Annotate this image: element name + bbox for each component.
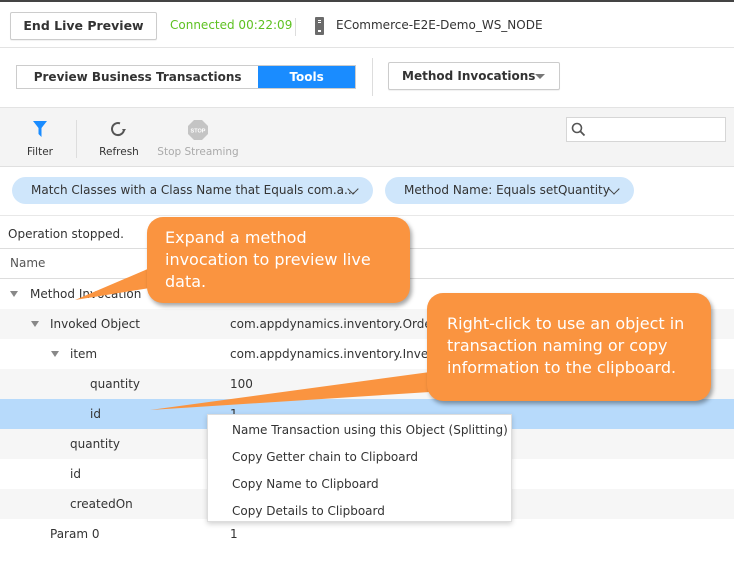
row-name: quantity <box>90 377 141 391</box>
filters-divider <box>0 215 734 216</box>
expand-triangle-icon[interactable] <box>31 321 39 327</box>
search-input[interactable] <box>591 120 721 139</box>
expand-triangle-icon[interactable] <box>51 351 59 357</box>
refresh-button[interactable]: Refresh <box>96 108 142 166</box>
row-name: quantity <box>70 437 121 451</box>
svg-text:STOP: STOP <box>191 129 206 135</box>
menu-item-copy-getter-chain[interactable]: Copy Getter chain to Clipboard <box>208 444 511 471</box>
menu-item-copy-name[interactable]: Copy Name to Clipboard <box>208 471 511 498</box>
tabs-divider <box>372 58 373 96</box>
class-filter-pill[interactable]: Match Classes with a Class Name that Equ… <box>12 177 373 204</box>
row-name: Param 0 <box>50 527 100 541</box>
tool-selector-dropdown[interactable]: Method Invocations <box>388 62 560 90</box>
tool-selector-value: Method Invocations <box>402 69 536 83</box>
refresh-label: Refresh <box>99 146 139 158</box>
search-field[interactable] <box>566 117 726 142</box>
node-name: ECommerce-E2E-Demo_WS_NODE <box>336 18 543 32</box>
context-menu: Name Transaction using this Object (Spli… <box>207 414 512 522</box>
end-live-preview-button[interactable]: End Live Preview <box>10 12 157 40</box>
expand-triangle-icon[interactable] <box>10 291 18 297</box>
callout-expand-tip: Expand a method invocation to preview li… <box>147 217 410 303</box>
menu-item-name-transaction[interactable]: Name Transaction using this Object (Spli… <box>208 417 511 444</box>
row-name: Invoked Object <box>50 317 141 331</box>
chevron-down-icon <box>608 183 620 195</box>
tab-preview-business-transactions[interactable]: Preview Business Transactions <box>17 66 259 88</box>
caret-down-icon <box>535 74 545 79</box>
class-filter-label: Match Classes with a Class Name that Equ… <box>31 183 356 197</box>
row-value: com.appdynamics.inventory.Order( <box>230 317 442 331</box>
header-divider <box>295 18 296 36</box>
refresh-icon <box>111 122 126 137</box>
row-value: 100 <box>230 377 253 391</box>
row-name: item <box>70 347 98 361</box>
filter-label: Filter <box>26 146 53 158</box>
header-bar: End Live Preview Connected 00:22:09 ECom… <box>0 2 734 48</box>
filter-button[interactable]: Filter <box>22 108 58 166</box>
menu-item-copy-details[interactable]: Copy Details to Clipboard <box>208 498 511 525</box>
row-value: com.appdynamics.inventory.Invent <box>230 347 441 361</box>
stop-streaming-button[interactable]: STOP Stop Streaming <box>156 108 240 166</box>
toolbar: Filter Refresh STOP Stop Streaming <box>0 107 734 167</box>
stop-streaming-label: Stop Streaming <box>157 146 239 158</box>
filter-icon <box>33 121 47 137</box>
server-icon <box>315 17 324 35</box>
search-icon <box>571 122 586 137</box>
stop-sign-icon: STOP <box>188 120 208 140</box>
row-name: createdOn <box>70 497 133 511</box>
method-filter-label: Method Name: Equals setQuantity <box>404 183 610 197</box>
row-name: Method Invocation <box>30 287 142 301</box>
row-name: id <box>70 467 81 481</box>
operation-status: Operation stopped. <box>8 227 124 241</box>
connection-status: Connected 00:22:09 <box>170 18 293 32</box>
tab-tools[interactable]: Tools <box>258 66 355 88</box>
method-filter-pill[interactable]: Method Name: Equals setQuantity <box>385 177 634 204</box>
row-name: id <box>90 407 101 421</box>
mode-tabs: Preview Business Transactions Tools <box>16 65 356 89</box>
toolbar-divider <box>76 120 77 158</box>
callout-right-click-tip: Right-click to use an object in transact… <box>427 293 711 401</box>
